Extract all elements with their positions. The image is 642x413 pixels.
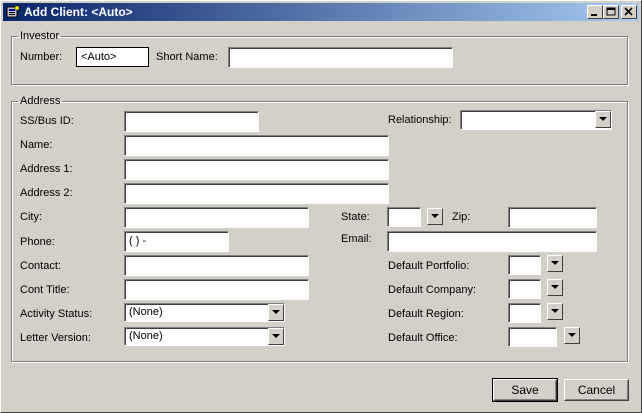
short-name-label: Short Name: <box>156 51 218 63</box>
letter-version-label: Letter Version: <box>20 332 91 344</box>
number-label: Number: <box>20 51 63 63</box>
activity-status-label: Activity Status: <box>20 308 93 320</box>
minimize-icon <box>591 14 597 16</box>
default-company-label: Default Company: <box>388 284 477 296</box>
zip-field[interactable] <box>508 207 597 228</box>
chevron-down-icon <box>431 214 439 218</box>
phone-field[interactable]: ( ) - <box>124 231 229 252</box>
contact-field[interactable] <box>124 255 309 276</box>
chevron-down-icon <box>272 334 280 338</box>
chevron-down-icon <box>568 333 576 337</box>
default-region-select[interactable] <box>508 303 541 323</box>
default-office-dropdown-button[interactable] <box>564 327 580 344</box>
address-legend: Address <box>20 95 61 107</box>
default-office-label: Default Office: <box>388 332 458 344</box>
city-label: City: <box>20 211 42 223</box>
default-portfolio-label: Default Portfolio: <box>388 260 470 272</box>
close-button[interactable] <box>621 5 637 19</box>
chevron-down-icon <box>599 117 607 121</box>
address2-field[interactable] <box>124 183 389 204</box>
default-company-dropdown-button[interactable] <box>547 279 563 296</box>
relationship-dropdown-button[interactable] <box>595 111 611 128</box>
phone-label: Phone: <box>20 236 55 248</box>
relationship-label: Relationship: <box>388 114 452 126</box>
chevron-down-icon <box>272 310 280 314</box>
letter-version-select[interactable]: (None) <box>124 327 285 346</box>
state-label: State: <box>341 211 370 223</box>
city-field[interactable] <box>124 207 309 228</box>
minimize-button[interactable] <box>587 5 603 19</box>
state-dropdown-button[interactable] <box>427 208 443 225</box>
title-bar[interactable]: Add Client: <Auto> <box>3 3 639 21</box>
window-title: Add Client: <Auto> <box>24 5 133 19</box>
default-region-dropdown-button[interactable] <box>547 303 563 320</box>
ssbus-id-field[interactable] <box>124 111 259 132</box>
cont-title-field[interactable] <box>124 279 309 300</box>
chevron-down-icon <box>551 309 559 313</box>
investor-legend: Investor <box>20 30 60 42</box>
name-label: Name: <box>20 139 53 151</box>
add-client-window: Add Client: <Auto> Investor Number: <Aut… <box>0 0 642 413</box>
address1-field[interactable] <box>124 159 389 180</box>
chevron-down-icon <box>551 261 559 265</box>
state-select[interactable] <box>387 207 421 227</box>
close-icon <box>624 7 633 16</box>
zip-label: Zip: <box>452 211 471 223</box>
cont-title-label: Cont Title: <box>20 284 70 296</box>
letter-version-dropdown-button[interactable] <box>268 328 284 345</box>
contact-label: Contact: <box>20 260 61 272</box>
activity-status-select[interactable]: (None) <box>124 303 285 322</box>
address1-label: Address 1: <box>20 163 73 175</box>
number-field[interactable]: <Auto> <box>76 47 149 67</box>
maximize-icon <box>606 7 616 16</box>
chevron-down-icon <box>551 285 559 289</box>
default-portfolio-select[interactable] <box>508 255 541 275</box>
address2-label: Address 2: <box>20 187 73 199</box>
email-field[interactable] <box>387 231 597 252</box>
app-icon <box>6 5 20 18</box>
ssbus-id-label: SS/Bus ID: <box>20 115 74 127</box>
activity-status-dropdown-button[interactable] <box>268 304 284 321</box>
email-label: Email: <box>341 233 372 245</box>
default-office-select[interactable] <box>508 327 557 347</box>
default-company-select[interactable] <box>508 279 541 299</box>
name-field[interactable] <box>124 135 389 156</box>
short-name-field[interactable] <box>228 47 453 68</box>
maximize-button[interactable] <box>603 5 619 19</box>
relationship-select[interactable] <box>460 110 612 130</box>
save-button[interactable]: Save <box>492 378 558 402</box>
default-portfolio-dropdown-button[interactable] <box>547 255 563 272</box>
default-region-label: Default Region: <box>388 308 464 320</box>
cancel-button[interactable]: Cancel <box>564 379 629 401</box>
